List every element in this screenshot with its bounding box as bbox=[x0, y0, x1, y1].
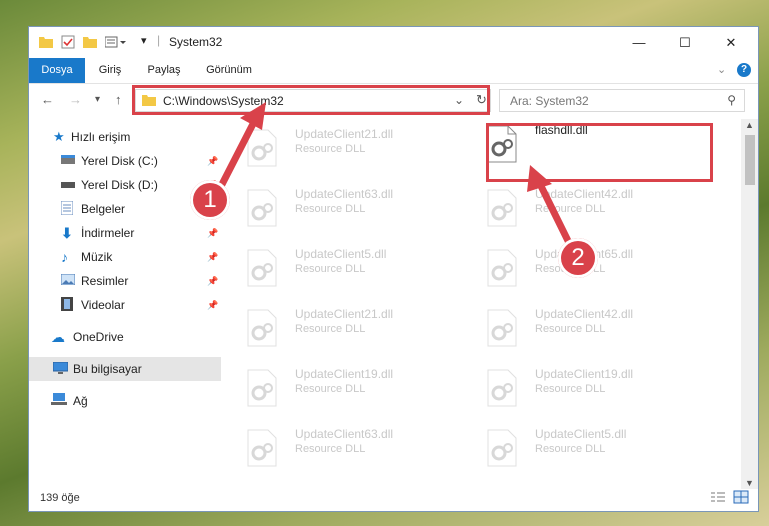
step-badge-2: 2 bbox=[558, 238, 598, 278]
step-badge-1: 1 bbox=[190, 180, 230, 220]
annotation-overlay bbox=[211, 102, 579, 259]
arrow-2-head bbox=[527, 165, 552, 192]
